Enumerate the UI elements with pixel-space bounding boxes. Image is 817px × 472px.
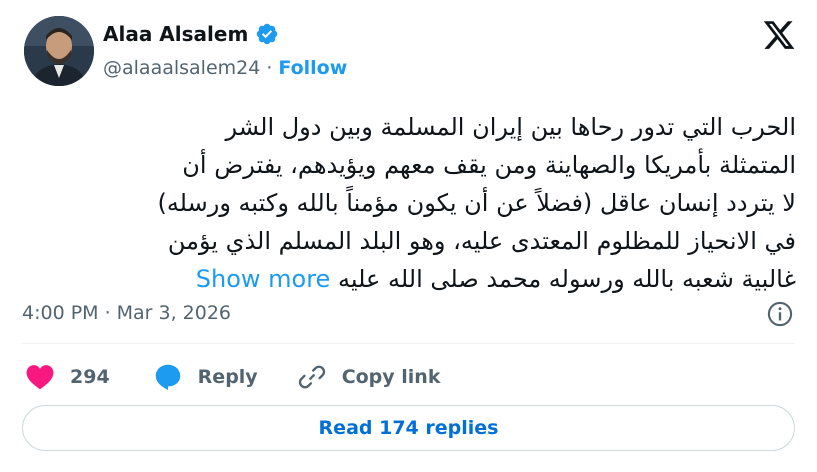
tweet-line: المتمثلة بأمريكا والصهاينة ومن يقف معهم … — [182, 151, 796, 179]
x-logo-icon[interactable] — [760, 18, 798, 52]
author-handle-row: @alaaalsalem24 · Follow — [103, 57, 347, 79]
read-replies-label: Read 174 replies — [318, 417, 499, 439]
like-count: 294 — [70, 366, 110, 388]
reply-button[interactable]: Reply — [154, 363, 258, 391]
tweet-line: لا يتردد إنسان عاقل (فضلاً عن أن يكون مؤ… — [157, 189, 796, 217]
verified-badge-icon — [257, 23, 278, 45]
follow-button[interactable]: Follow — [278, 57, 347, 79]
tweet-actions: 294 Reply Copy link — [26, 360, 440, 394]
avatar-photo — [24, 16, 94, 86]
tweet-time: 4:00 PM — [22, 302, 99, 324]
tweet-date: Mar 3, 2026 — [116, 302, 232, 324]
read-replies-button[interactable]: Read 174 replies — [22, 405, 795, 451]
reply-bubble-icon — [155, 364, 180, 390]
divider — [22, 343, 795, 344]
copy-link-button[interactable]: Copy link — [298, 363, 441, 391]
tweet-line: في الانحياز للمظلوم المعتدى عليه، وهو ال… — [167, 227, 796, 255]
timestamp-separator: · — [104, 302, 111, 324]
like-button[interactable]: 294 — [26, 364, 110, 390]
copy-link-label: Copy link — [341, 366, 441, 388]
tweet-last-line: غالبية شعبه بالله ورسوله محمد صلى الله ع… — [22, 260, 796, 298]
link-icon — [298, 365, 325, 389]
author-name[interactable]: Alaa Alsalem — [103, 22, 248, 46]
handle-separator: · — [266, 57, 273, 79]
heart-icon — [26, 365, 54, 390]
author-name-row: Alaa Alsalem — [103, 22, 279, 46]
tweet-text: الحرب التي تدور رحاها بين إيران المسلمة … — [22, 108, 796, 298]
author-handle[interactable]: @alaaalsalem24 — [103, 57, 260, 79]
tweet-line: الحرب التي تدور رحاها بين إيران المسلمة … — [225, 113, 796, 141]
info-icon[interactable] — [766, 300, 794, 328]
show-more-link[interactable]: Show more — [196, 265, 331, 293]
reply-label: Reply — [197, 366, 258, 388]
avatar[interactable] — [24, 16, 94, 86]
tweet-line: غالبية شعبه بالله ورسوله محمد صلى الله ع… — [337, 265, 796, 293]
tweet-timestamp[interactable]: 4:00 PM · Mar 3, 2026 — [22, 302, 231, 324]
